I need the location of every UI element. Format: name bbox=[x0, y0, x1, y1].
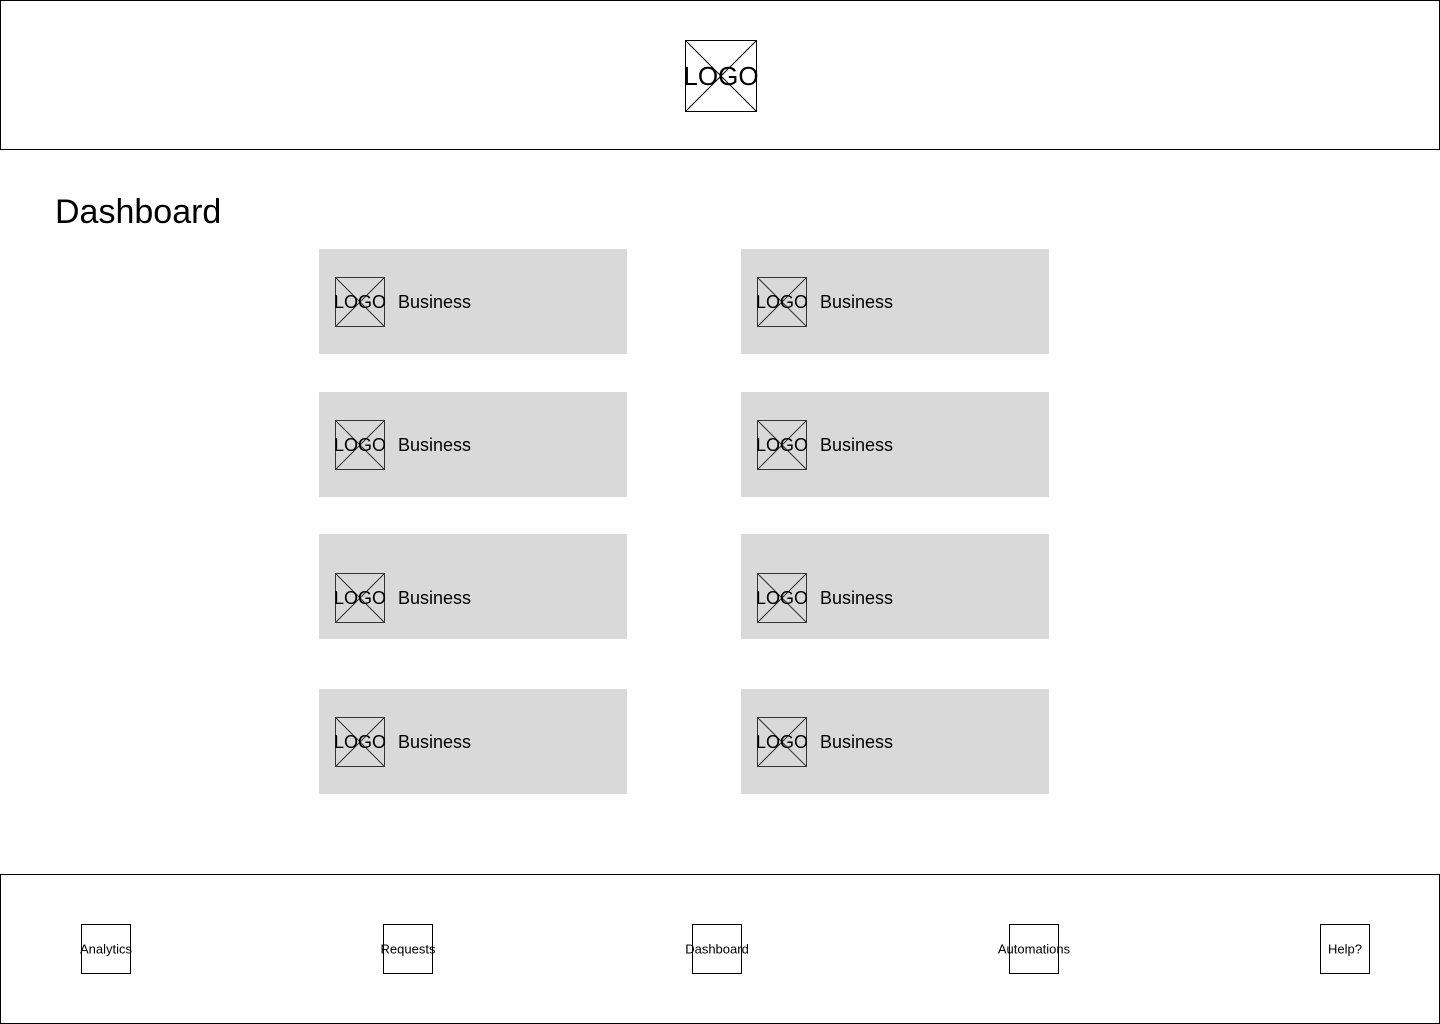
business-logo: LOGO bbox=[755, 277, 809, 327]
nav-requests-label: Requests bbox=[380, 941, 436, 957]
business-logo: LOGO bbox=[755, 420, 809, 470]
business-card-label: Business bbox=[820, 588, 894, 608]
nav-dashboard-button[interactable]: Dashboard bbox=[685, 924, 749, 974]
business-card-label: Business bbox=[820, 732, 894, 752]
business-card[interactable]: LOGO Business bbox=[319, 534, 627, 639]
business-card-label: Business bbox=[820, 435, 894, 455]
business-card[interactable]: LOGO Business bbox=[319, 392, 627, 497]
business-card-label: Business bbox=[398, 435, 472, 455]
business-logo-text: LOGO bbox=[755, 435, 809, 455]
business-logo: LOGO bbox=[333, 420, 387, 470]
top-header: LOGO bbox=[0, 0, 1440, 150]
business-logo-text: LOGO bbox=[333, 292, 387, 312]
header-logo-text: LOGO bbox=[683, 61, 759, 91]
business-card[interactable]: LOGO Business bbox=[741, 689, 1049, 794]
nav-dashboard-label: Dashboard bbox=[685, 941, 749, 957]
business-card-label: Business bbox=[820, 292, 894, 312]
business-card[interactable]: LOGO Business bbox=[319, 249, 627, 354]
app-page: LOGO Dashboard LOGO Business LOGO Busine… bbox=[0, 0, 1440, 1024]
business-card[interactable]: LOGO Business bbox=[741, 534, 1049, 639]
business-card[interactable]: LOGO Business bbox=[741, 392, 1049, 497]
nav-automations-button[interactable]: Automations bbox=[998, 924, 1070, 974]
business-logo: LOGO bbox=[333, 717, 387, 767]
business-logo: LOGO bbox=[755, 573, 809, 623]
business-logo: LOGO bbox=[755, 717, 809, 767]
nav-help-button[interactable]: Help? bbox=[1320, 924, 1370, 974]
business-card-label: Business bbox=[398, 292, 472, 312]
bottom-nav-bar: Analytics Requests Dashboard Automations… bbox=[0, 874, 1440, 1024]
nav-analytics-label: Analytics bbox=[79, 941, 133, 957]
business-logo: LOGO bbox=[333, 573, 387, 623]
nav-automations-label: Automations bbox=[997, 941, 1071, 957]
business-logo-text: LOGO bbox=[755, 292, 809, 312]
business-card[interactable]: LOGO Business bbox=[319, 689, 627, 794]
business-card[interactable]: LOGO Business bbox=[741, 249, 1049, 354]
business-logo-text: LOGO bbox=[333, 435, 387, 455]
business-logo-text: LOGO bbox=[755, 732, 809, 752]
business-card-label: Business bbox=[398, 732, 472, 752]
business-logo-text: LOGO bbox=[333, 588, 387, 608]
header-logo[interactable]: LOGO bbox=[683, 40, 759, 112]
nav-requests-button[interactable]: Requests bbox=[380, 924, 436, 974]
nav-analytics-button[interactable]: Analytics bbox=[79, 924, 133, 974]
page-title: Dashboard bbox=[55, 193, 222, 231]
business-logo: LOGO bbox=[333, 277, 387, 327]
business-card-label: Business bbox=[398, 588, 472, 608]
business-logo-text: LOGO bbox=[755, 588, 809, 608]
business-logo-text: LOGO bbox=[333, 732, 387, 752]
nav-help-label: Help? bbox=[1328, 941, 1362, 957]
